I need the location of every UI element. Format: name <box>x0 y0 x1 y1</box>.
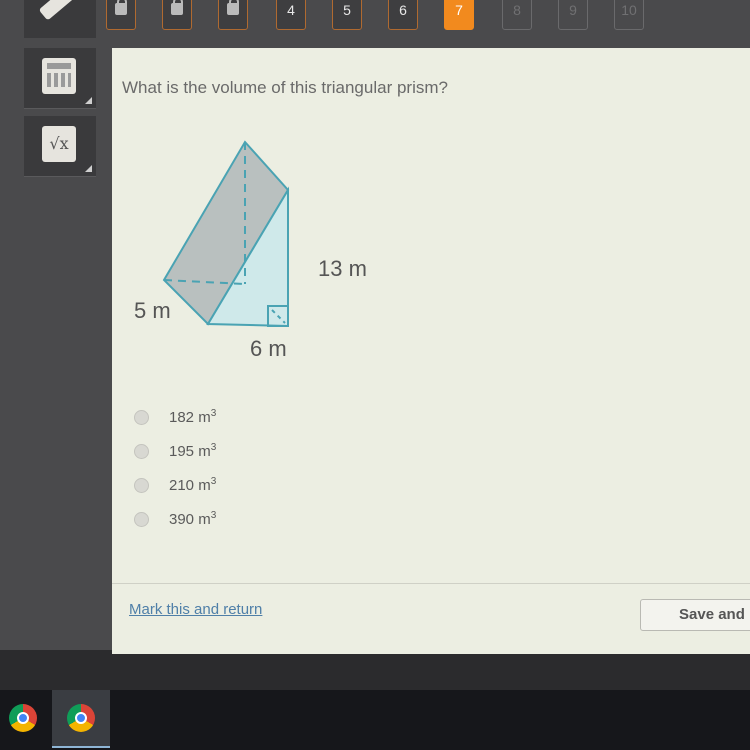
answer-option[interactable]: 182 m3 <box>134 400 216 434</box>
height-label: 13 m <box>318 256 367 281</box>
lock-icon <box>227 0 239 15</box>
chrome-icon <box>9 704 37 732</box>
radio-button[interactable] <box>134 477 149 493</box>
triangular-prism-diagram <box>162 140 290 328</box>
base-label: 6 m <box>250 336 287 361</box>
lock-icon <box>115 0 127 15</box>
question-4-button[interactable]: 4 <box>276 0 306 30</box>
option-exponent: 3 <box>210 510 217 521</box>
question-2-button[interactable] <box>162 0 192 30</box>
option-text: 390 m <box>169 511 211 528</box>
footer-divider <box>112 583 750 584</box>
radio-button[interactable] <box>134 409 149 425</box>
option-exponent: 3 <box>210 442 217 453</box>
lock-icon <box>171 0 183 15</box>
question-7-button[interactable]: 7 <box>444 0 474 30</box>
mark-and-return-link[interactable]: Mark this and return <box>129 601 262 618</box>
question-text: What is the volume of this triangular pr… <box>122 78 448 97</box>
answer-option[interactable]: 195 m3 <box>134 434 216 468</box>
answer-option[interactable]: 390 m3 <box>134 502 216 536</box>
formula-tool[interactable]: √x <box>24 116 96 177</box>
answer-options: 182 m3 195 m3 210 m3 390 m3 <box>134 400 216 536</box>
question-5-button[interactable]: 5 <box>332 0 362 30</box>
save-and-exit-button[interactable]: Save and <box>640 599 750 631</box>
question-panel: What is the volume of this triangular pr… <box>112 48 750 654</box>
expand-corner-icon <box>85 97 92 104</box>
option-exponent: 3 <box>210 408 217 419</box>
prism-figure: 5 m 6 m 13 m <box>132 138 392 373</box>
option-text: 195 m <box>169 443 211 460</box>
question-9-button: 9 <box>558 0 588 30</box>
question-1-button[interactable] <box>106 0 136 30</box>
option-text: 182 m <box>169 409 211 426</box>
taskbar <box>0 690 750 750</box>
expand-corner-icon <box>85 165 92 172</box>
question-10-button: 10 <box>614 0 644 30</box>
question-6-button[interactable]: 6 <box>388 0 418 30</box>
taskbar-chrome-active[interactable] <box>52 690 110 748</box>
question-3-button[interactable] <box>218 0 248 30</box>
pencil-icon <box>38 0 82 21</box>
radio-button[interactable] <box>134 443 149 459</box>
calculator-tool[interactable] <box>24 48 96 109</box>
answer-option[interactable]: 210 m3 <box>134 468 216 502</box>
option-text: 210 m <box>169 477 211 494</box>
option-exponent: 3 <box>210 476 217 487</box>
question-8-button: 8 <box>502 0 532 30</box>
taskbar-chrome-pinned[interactable] <box>0 690 52 746</box>
radio-button[interactable] <box>134 511 149 527</box>
chrome-icon <box>67 704 95 732</box>
square-root-icon: √x <box>42 126 76 162</box>
calculator-icon <box>42 58 76 94</box>
depth-label: 5 m <box>134 298 171 323</box>
pencil-tool[interactable] <box>24 0 96 38</box>
